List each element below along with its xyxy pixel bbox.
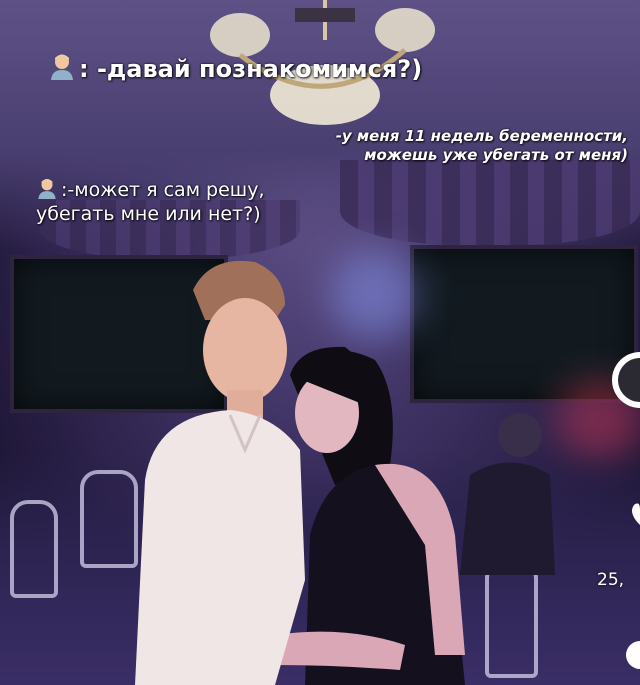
chair	[80, 470, 138, 568]
man-emoji	[38, 178, 56, 199]
caption-line-1: : -давай познакомимся?)	[48, 52, 422, 84]
caption-line-1-text: : -давай познакомимся?)	[79, 55, 423, 83]
caption-line-3: :-может я сам решу, убегать мне или нет?…	[36, 177, 336, 227]
caption-line-2: -у меня 11 недель беременности, можешь у…	[335, 127, 628, 164]
comment-icon[interactable]	[626, 641, 640, 669]
caption-line-3-text: :-может я сам решу, убегать мне или нет?…	[36, 179, 265, 225]
man	[135, 260, 305, 685]
side-ui	[612, 352, 640, 669]
man-emoji	[51, 54, 73, 80]
like-count: 25,	[597, 570, 625, 590]
chair	[10, 500, 58, 598]
heart-icon[interactable]	[632, 503, 640, 525]
blue-light	[330, 250, 420, 340]
curtain-right	[340, 160, 640, 245]
chair	[485, 560, 538, 678]
photo-scene: 25, : -давай познакомимся?) -у меня 11 н…	[0, 0, 640, 685]
